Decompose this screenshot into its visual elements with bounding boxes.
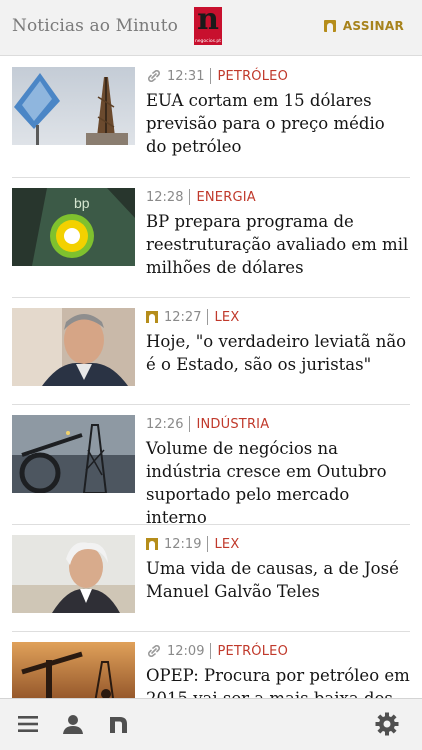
article-title[interactable]: BP prepara programa de reestruturação av… xyxy=(146,210,410,279)
article-meta: 12:31 PETRÓLEO xyxy=(146,67,288,85)
feed-divider xyxy=(12,177,410,178)
app-name: Noticias ao Minuto xyxy=(12,16,178,36)
article-time: 12:26 xyxy=(146,416,184,432)
article-category[interactable]: LEX xyxy=(214,310,239,325)
article-time: 12:09 xyxy=(167,643,205,659)
article-title[interactable]: Hoje, "o verdadeiro leviatã não é o Esta… xyxy=(146,330,410,376)
link-icon xyxy=(148,70,160,82)
article-meta: 12:19 LEX xyxy=(146,535,239,553)
feed-divider xyxy=(12,404,410,405)
article-thumbnail xyxy=(12,308,135,386)
negocios-n-icon[interactable] xyxy=(107,712,131,736)
article-category[interactable]: PETRÓLEO xyxy=(217,69,288,84)
subscribe-button[interactable]: ASSINAR xyxy=(323,19,404,33)
meta-divider xyxy=(210,643,212,659)
news-feed[interactable]: 12:31 PETRÓLEO EUA cortam em 15 dólares … xyxy=(0,56,422,698)
article-title[interactable]: EUA cortam em 15 dólares previsão para o… xyxy=(146,89,410,158)
logo-letter: n xyxy=(197,2,219,37)
article-item[interactable]: 12:09 PETRÓLEO OPEP: Procura por petróle… xyxy=(12,642,410,698)
user-icon[interactable] xyxy=(61,712,85,736)
article-meta: 12:28 ENERGIA xyxy=(146,188,256,206)
article-meta: 12:26 INDÚSTRIA xyxy=(146,415,269,433)
negocios-n-icon xyxy=(146,311,158,323)
negocios-logo[interactable]: n negocios.pt xyxy=(194,3,222,45)
article-thumbnail: bp xyxy=(12,188,135,266)
article-category[interactable]: PETRÓLEO xyxy=(217,644,288,659)
meta-divider xyxy=(189,416,191,432)
negocios-n-icon xyxy=(146,538,158,550)
link-icon xyxy=(148,645,160,657)
article-category[interactable]: LEX xyxy=(214,537,239,552)
article-item[interactable]: bp 12:28 ENERGIA BP prepara programa de … xyxy=(12,188,410,298)
article-title[interactable]: Volume de negócios na indústria cresce e… xyxy=(146,437,410,529)
negocios-n-icon xyxy=(323,20,336,32)
feed-divider xyxy=(12,524,410,525)
top-bar: Noticias ao Minuto n negocios.pt ASSINAR xyxy=(0,0,422,56)
article-item[interactable]: 12:26 INDÚSTRIA Volume de negócios na in… xyxy=(12,415,410,527)
article-thumbnail xyxy=(12,535,135,613)
meta-divider xyxy=(207,536,209,552)
article-meta: 12:27 LEX xyxy=(146,308,239,326)
article-thumbnail xyxy=(12,415,135,493)
article-time: 12:27 xyxy=(164,309,202,325)
article-title[interactable]: Uma vida de causas, a de José Manuel Gal… xyxy=(146,557,410,603)
article-time: 12:19 xyxy=(164,536,202,552)
article-category[interactable]: INDÚSTRIA xyxy=(196,417,269,432)
article-item[interactable]: 12:31 PETRÓLEO EUA cortam em 15 dólares … xyxy=(12,67,410,177)
feed-divider xyxy=(12,631,410,632)
article-meta: 12:09 PETRÓLEO xyxy=(146,642,288,660)
article-thumbnail xyxy=(12,67,135,145)
menu-icon[interactable] xyxy=(16,712,40,736)
article-item[interactable]: 12:19 LEX Uma vida de causas, a de José … xyxy=(12,535,410,631)
logo-subtitle: negocios.pt xyxy=(194,39,222,44)
meta-divider xyxy=(207,309,209,325)
svg-text:bp: bp xyxy=(74,195,90,211)
article-time: 12:28 xyxy=(146,189,184,205)
gear-icon[interactable] xyxy=(375,712,399,736)
article-title[interactable]: OPEP: Procura por petróleo em 2015 vai s… xyxy=(146,664,410,698)
bottom-toolbar xyxy=(0,698,422,750)
article-thumbnail xyxy=(12,642,135,698)
meta-divider xyxy=(189,189,191,205)
article-category[interactable]: ENERGIA xyxy=(196,190,255,205)
subscribe-label: ASSINAR xyxy=(342,19,404,33)
feed-divider xyxy=(12,297,410,298)
article-time: 12:31 xyxy=(167,68,205,84)
meta-divider xyxy=(210,68,212,84)
article-item[interactable]: 12:27 LEX Hoje, "o verdadeiro leviatã nã… xyxy=(12,308,410,404)
